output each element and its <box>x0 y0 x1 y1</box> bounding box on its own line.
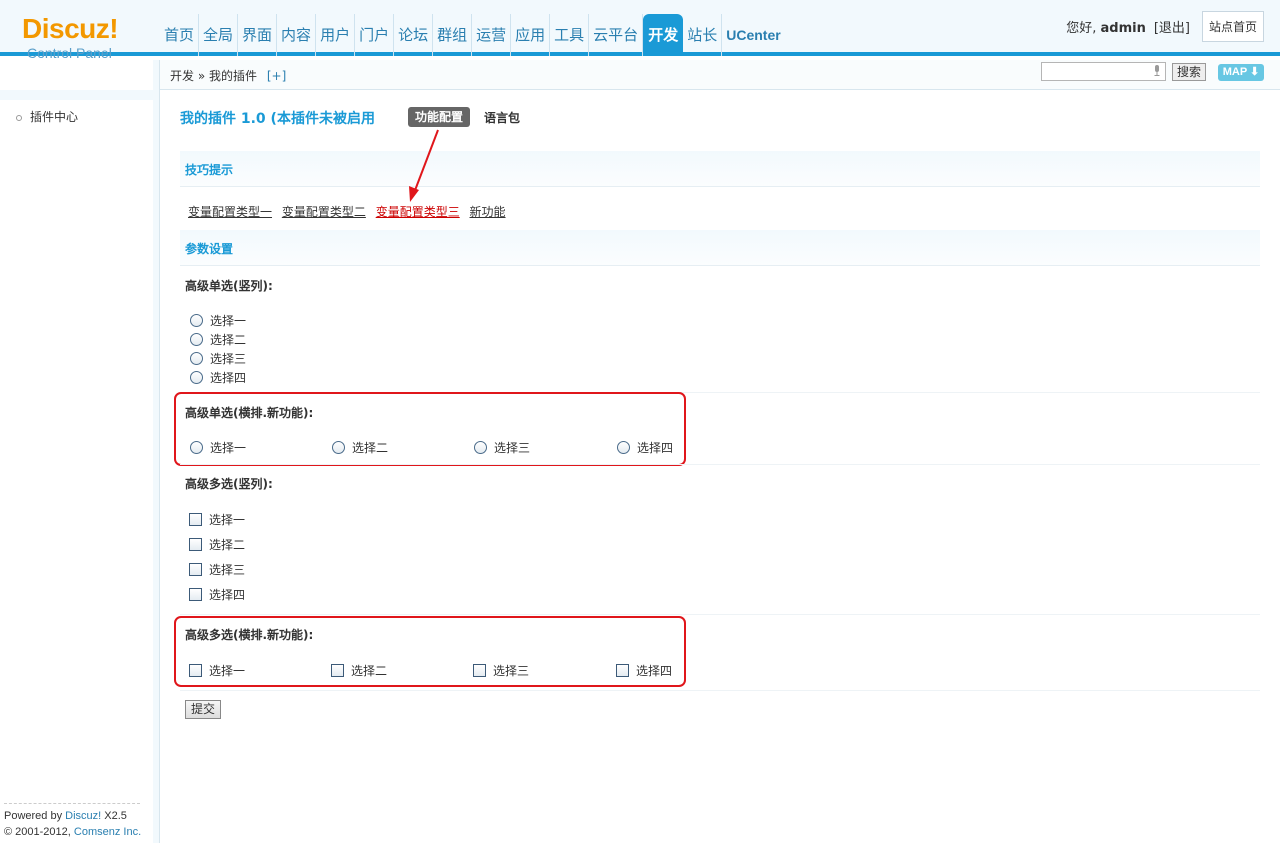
tips-link-type3[interactable]: 变量配置类型三 <box>376 205 460 219</box>
sidebar-item-label: 插件中心 <box>30 110 79 124</box>
crumb-develop[interactable]: 开发 <box>170 69 194 83</box>
nav-global[interactable]: 全局 <box>199 14 239 56</box>
checkbox-icon[interactable] <box>189 513 202 526</box>
checkbox-icon[interactable] <box>616 664 629 677</box>
nav-founder[interactable]: 站长 <box>683 14 723 56</box>
tips-links: 变量配置类型一 变量配置类型二 变量配置类型三 新功能 <box>188 203 512 220</box>
site-home-button[interactable]: 站点首页 <box>1201 11 1264 42</box>
sidebar-top <box>0 60 153 90</box>
powered-by: Powered by Discuz! X2.5 © 2001-2012, Com… <box>4 810 142 838</box>
radio-icon[interactable] <box>474 441 487 454</box>
radio-icon[interactable] <box>190 371 203 384</box>
check-horizontal-option-1[interactable]: 选择一 <box>189 662 245 679</box>
radio-horizontal-option-4[interactable]: 选择四 <box>617 439 673 456</box>
sidebar-item-plugin-center[interactable]: 插件中心 <box>16 108 78 125</box>
username: admin <box>1100 21 1146 36</box>
search-input[interactable] <box>1041 62 1166 81</box>
nav-user[interactable]: 用户 <box>316 14 356 56</box>
crumb-my-plugins: 我的插件 <box>209 69 258 83</box>
radio-vertical-option-4[interactable]: 选择四 <box>190 369 246 386</box>
check-vertical-label: 高级多选(竖列): <box>185 477 273 491</box>
row-divider <box>180 690 1260 691</box>
radio-icon[interactable] <box>190 352 203 365</box>
nav-home[interactable]: 首页 <box>160 14 200 56</box>
check-vertical-option-4[interactable]: 选择四 <box>189 586 245 603</box>
check-vertical-option-2[interactable]: 选择二 <box>189 536 245 553</box>
radio-vertical-option-2[interactable]: 选择二 <box>190 331 246 348</box>
tips-link-type1[interactable]: 变量配置类型一 <box>188 205 272 219</box>
bullet-icon <box>16 114 22 121</box>
checkbox-icon[interactable] <box>189 538 202 551</box>
user-bar: 您好, admin [退出] 站点首页 <box>1066 11 1264 42</box>
check-vertical-option-1[interactable]: 选择一 <box>189 511 245 528</box>
radio-icon[interactable] <box>332 441 345 454</box>
check-horizontal-option-2[interactable]: 选择二 <box>331 662 387 679</box>
nav-tools[interactable]: 工具 <box>550 14 590 56</box>
nav-cloud[interactable]: 云平台 <box>589 14 644 56</box>
tab-language[interactable]: 语言包 <box>484 109 520 126</box>
nav-develop[interactable]: 开发 <box>643 14 684 56</box>
nav-portal[interactable]: 门户 <box>355 14 395 56</box>
row-divider <box>180 464 1260 465</box>
row-divider <box>180 614 1260 615</box>
nav-app[interactable]: 应用 <box>511 14 551 56</box>
microphone-icon[interactable] <box>1153 65 1161 77</box>
radio-horizontal-option-3[interactable]: 选择三 <box>474 439 530 456</box>
logo[interactable]: Discuz! Control Panel <box>22 14 152 62</box>
nav-operation[interactable]: 运营 <box>472 14 512 56</box>
tab-config[interactable]: 功能配置 <box>408 107 471 127</box>
sidebar-menu: 插件中心 <box>0 100 153 843</box>
radio-icon[interactable] <box>190 441 203 454</box>
header: Discuz! Control Panel 首页 全局 界面 内容 用户 门户 … <box>0 0 1280 61</box>
arrow-down-icon: ⬇ <box>1250 66 1260 78</box>
page-title: 我的插件 1.0 (本插件未被启用 <box>180 111 375 127</box>
discuz-link[interactable]: Discuz! <box>65 810 101 822</box>
breadcrumb: 开发 » 我的插件 [+] <box>170 69 287 83</box>
tips-link-type2[interactable]: 变量配置类型二 <box>282 205 366 219</box>
params-header: 参数设置 <box>180 230 1260 266</box>
radio-icon[interactable] <box>190 333 203 346</box>
check-horizontal-option-4[interactable]: 选择四 <box>616 662 672 679</box>
radio-horizontal-label: 高级单选(横排.新功能): <box>185 406 314 420</box>
comsenz-link[interactable]: Comsenz Inc. <box>74 826 141 838</box>
nav-content[interactable]: 内容 <box>277 14 317 56</box>
check-vertical-option-3[interactable]: 选择三 <box>189 561 245 578</box>
nav-forum[interactable]: 论坛 <box>394 14 434 56</box>
radio-vertical-option-1[interactable]: 选择一 <box>190 312 246 329</box>
checkbox-icon[interactable] <box>189 588 202 601</box>
logout-link[interactable]: [退出] <box>1154 17 1190 36</box>
submit-button[interactable]: 提交 <box>185 700 222 719</box>
nav-style[interactable]: 界面 <box>238 14 278 56</box>
greeting: 您好, admin <box>1066 21 1146 36</box>
main-nav: 首页 全局 界面 内容 用户 门户 论坛 群组 运营 应用 工具 云平台 开发 … <box>160 14 785 56</box>
checkbox-icon[interactable] <box>189 563 202 576</box>
tips-header: 技巧提示 <box>180 151 1260 187</box>
checkbox-icon[interactable] <box>189 664 202 677</box>
radio-vertical-label: 高级单选(竖列): <box>185 279 273 293</box>
search-button[interactable]: 搜索 <box>1172 63 1207 81</box>
map-button[interactable]: MAP ⬇ <box>1218 64 1264 81</box>
add-favorite-link[interactable]: [+] <box>267 69 286 83</box>
radio-horizontal-option-1[interactable]: 选择一 <box>190 439 246 456</box>
check-horizontal-label: 高级多选(横排.新功能): <box>185 628 314 642</box>
logo-text: Discuz! <box>22 13 119 44</box>
sub-header: 开发 » 我的插件 [+] 搜索 MAP ⬇ <box>160 60 1280 90</box>
sidebar: 插件中心 Powered by Discuz! X2.5 © 2001-2012… <box>0 60 160 843</box>
sidebar-divider <box>4 803 140 804</box>
tips-link-new[interactable]: 新功能 <box>470 205 506 219</box>
radio-horizontal-option-2[interactable]: 选择二 <box>332 439 388 456</box>
checkbox-icon[interactable] <box>473 664 486 677</box>
check-horizontal-option-3[interactable]: 选择三 <box>473 662 529 679</box>
radio-vertical-option-3[interactable]: 选择三 <box>190 350 246 367</box>
nav-group[interactable]: 群组 <box>433 14 473 56</box>
nav-ucenter[interactable]: UCenter <box>722 14 784 56</box>
radio-icon[interactable] <box>190 314 203 327</box>
checkbox-icon[interactable] <box>331 664 344 677</box>
radio-icon[interactable] <box>617 441 630 454</box>
